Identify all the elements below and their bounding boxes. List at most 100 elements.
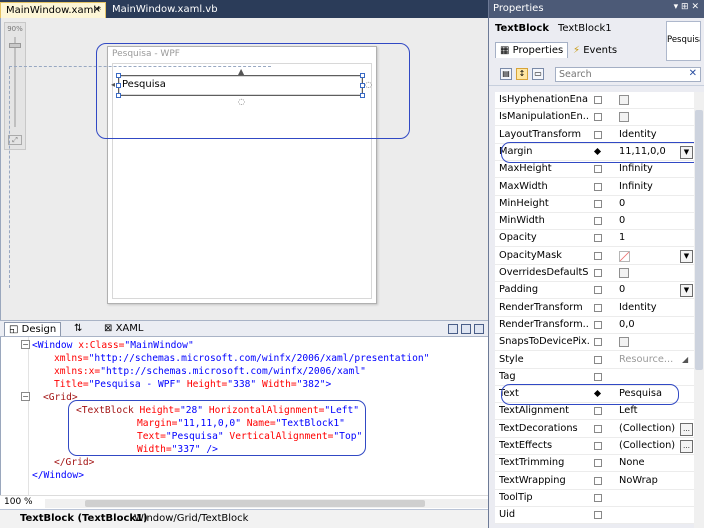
property-value[interactable]: 0 <box>619 215 681 226</box>
property-marker-icon[interactable] <box>594 113 602 122</box>
object-name[interactable]: TextBlock1 <box>558 23 612 34</box>
horizontal-split-icon[interactable] <box>461 324 471 334</box>
tab-design[interactable]: ◱ Design <box>4 322 62 336</box>
property-marker-icon[interactable] <box>594 320 602 329</box>
property-row-uid[interactable]: Uid <box>495 507 695 525</box>
vertical-split-icon[interactable] <box>448 324 458 334</box>
property-value[interactable]: NoWrap <box>619 475 681 486</box>
property-marker-icon[interactable] <box>594 199 602 208</box>
property-grid-scrollbar[interactable] <box>694 92 704 528</box>
property-row-ishyphenationena[interactable]: IsHyphenationEna... <box>495 92 695 109</box>
tab-properties[interactable]: ▦ Properties <box>495 42 569 58</box>
ellipsis-button[interactable]: … <box>680 440 693 453</box>
horizontal-scrollbar[interactable] <box>45 499 488 508</box>
property-row-textalignment[interactable]: TextAlignment Left <box>495 403 695 421</box>
property-row-ismanipulationen[interactable]: IsManipulationEn... <box>495 109 695 127</box>
search-input[interactable] <box>556 68 676 81</box>
resource-expander-icon[interactable]: ◢ <box>682 355 688 364</box>
search-clear-icon[interactable]: ✕ <box>689 68 697 79</box>
tab-mainwindow-xaml-vb[interactable]: MainWindow.xaml.vb <box>107 2 225 18</box>
property-marker-icon[interactable] <box>594 355 602 364</box>
property-row-texteffects[interactable]: TextEffects (Collection)… <box>495 438 695 455</box>
swap-panes-button[interactable]: ⇅ <box>70 322 86 336</box>
property-value[interactable]: Infinity <box>619 181 681 192</box>
tab-xaml[interactable]: ⊠ XAML <box>100 322 147 336</box>
property-row-style[interactable]: Style Resource... ◢ <box>495 352 695 369</box>
dropdown-arrow-icon[interactable]: ▼ <box>680 249 693 263</box>
property-marker-icon[interactable] <box>594 476 602 485</box>
property-marker-icon[interactable] <box>594 424 602 433</box>
property-row-padding[interactable]: Padding 0 ▼ <box>495 282 695 300</box>
property-value[interactable]: Infinity <box>619 163 681 174</box>
property-marker-icon[interactable] <box>594 234 602 243</box>
property-row-snapstodevicepix[interactable]: SnapsToDevicePix... <box>495 334 695 352</box>
property-value[interactable]: Resource... <box>619 354 681 365</box>
zoom-thumb[interactable] <box>9 43 21 48</box>
property-marker-icon[interactable] <box>594 511 602 520</box>
property-checkbox[interactable] <box>619 112 629 123</box>
property-checkbox[interactable] <box>619 268 629 278</box>
zoom-slider[interactable]: 90% ⤢ <box>4 22 26 150</box>
property-row-texttrimming[interactable]: TextTrimming None <box>495 455 695 473</box>
property-row-rendertransform[interactable]: RenderTransform... 0,0 <box>495 317 695 334</box>
brush-none-icon[interactable] <box>619 250 630 262</box>
property-marker-icon[interactable] <box>594 217 602 226</box>
property-marker-icon[interactable] <box>594 303 602 312</box>
categorized-icon[interactable]: ▤ <box>500 68 512 80</box>
dropdown-arrow-icon[interactable]: ▼ <box>680 284 693 298</box>
close-icon[interactable]: × <box>93 4 101 15</box>
property-row-minwidth[interactable]: MinWidth 0 <box>495 213 695 231</box>
property-row-rendertransform[interactable]: RenderTransform Identity <box>495 300 695 317</box>
property-value[interactable]: 0 <box>619 284 681 295</box>
property-row-textwrapping[interactable]: TextWrapping NoWrap <box>495 473 695 490</box>
xaml-code-editor[interactable]: − − <Window x:Class="MainWindow" xmlns="… <box>0 337 488 495</box>
tab-mainwindow-xaml[interactable]: MainWindow.xaml* × <box>0 2 106 18</box>
zoom-track[interactable] <box>14 37 16 127</box>
property-row-opacitymask[interactable]: OpacityMask ▼ <box>495 248 695 265</box>
property-marker-icon[interactable] <box>594 493 602 502</box>
property-marker-icon[interactable] <box>594 338 602 347</box>
property-row-tooltip[interactable]: ToolTip <box>495 490 695 507</box>
tab-events[interactable]: ⚡ Events <box>573 45 617 56</box>
property-checkbox[interactable] <box>619 95 629 105</box>
property-marker-icon[interactable] <box>594 372 602 381</box>
breadcrumb-element[interactable]: TextBlock (TextBlock1) <box>20 513 148 524</box>
property-grid-scroll-thumb[interactable] <box>695 110 703 370</box>
search-box[interactable]: ✕ <box>555 67 701 82</box>
property-row-opacity[interactable]: Opacity 1 <box>495 230 695 248</box>
property-value[interactable]: None <box>619 457 681 468</box>
property-marker-icon[interactable] <box>594 442 602 450</box>
sort-alphabetical-icon[interactable]: ↕ <box>516 68 528 80</box>
design-surface[interactable]: 90% ⤢ Pesquisa - WPF Pesquisa ▲ ◌ ◂ ◌ <box>0 18 488 320</box>
ellipsis-button[interactable]: … <box>680 422 693 436</box>
collapse-pane-icon[interactable] <box>474 324 484 334</box>
property-marker-icon[interactable] <box>594 130 602 139</box>
property-value[interactable]: 0 <box>619 198 681 209</box>
property-row-textdecorations[interactable]: TextDecorations (Collection)… <box>495 421 695 438</box>
editor-zoom-level[interactable]: 100 % <box>4 497 33 507</box>
property-marker-icon[interactable] <box>594 165 602 174</box>
property-value[interactable]: (Collection) <box>619 423 681 434</box>
property-marker-icon[interactable] <box>594 251 602 260</box>
property-marker-icon[interactable] <box>594 269 602 277</box>
property-marker-icon[interactable] <box>594 459 602 468</box>
property-checkbox[interactable] <box>619 337 629 348</box>
property-value[interactable]: 1 <box>619 232 681 243</box>
property-value[interactable]: Identity <box>619 129 681 140</box>
property-marker-icon[interactable] <box>594 182 602 191</box>
property-pages-icon[interactable]: ▭ <box>532 68 544 80</box>
breadcrumb-path[interactable]: Window/Grid/TextBlock <box>134 513 248 524</box>
property-value[interactable]: 0,0 <box>619 319 681 330</box>
property-value[interactable]: Left <box>619 405 681 416</box>
property-marker-icon[interactable] <box>594 96 602 104</box>
panel-window-buttons[interactable]: ▾ ⊞ ✕ <box>674 2 699 12</box>
fold-toggle-window-icon[interactable]: − <box>21 340 30 349</box>
property-row-overridesdefaults[interactable]: OverridesDefaultS... <box>495 265 695 282</box>
property-row-maxheight[interactable]: MaxHeight Infinity <box>495 161 695 179</box>
property-marker-icon[interactable] <box>594 407 602 416</box>
property-value[interactable]: Identity <box>619 302 681 313</box>
property-row-maxwidth[interactable]: MaxWidth Infinity <box>495 179 695 196</box>
property-marker-icon[interactable] <box>594 286 602 295</box>
horizontal-scroll-thumb[interactable] <box>85 500 425 507</box>
property-value[interactable]: (Collection) <box>619 440 681 451</box>
